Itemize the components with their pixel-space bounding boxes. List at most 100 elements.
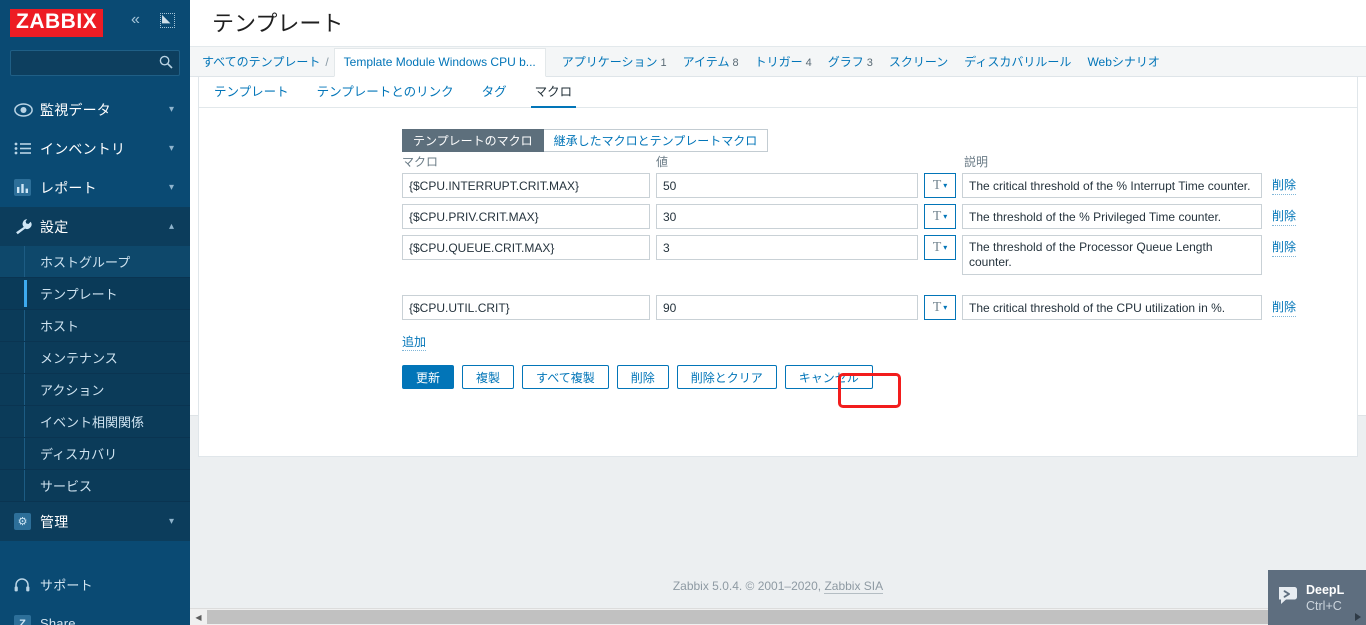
sidebar-item-administration[interactable]: ⚙ 管理 ▾ [0,502,190,541]
breadcrumb-tab-web-scenarios[interactable]: Webシナリオ [1087,53,1159,70]
chevron-down-icon: ▾ [168,515,174,527]
chevron-double-left-icon[interactable]: « [131,12,140,28]
chevron-down-icon: ▾ [943,302,948,312]
breadcrumb-all-templates[interactable]: すべてのテンプレート [202,53,320,70]
sidebar-item-discovery[interactable]: ディスカバリ [0,438,190,470]
macro-name-input[interactable] [402,295,650,320]
update-button[interactable]: 更新 [402,365,455,389]
sidebar-subitem-label: ホストグループ [40,255,131,270]
breadcrumb-tab-graphs[interactable]: グラフ 3 [828,53,873,70]
chevron-up-icon: ▴ [168,220,174,232]
headset-icon [14,575,40,595]
value-type-button[interactable]: T ▾ [924,173,956,198]
macro-table-header: マクロ 値 説明 [402,153,1307,173]
sidebar-item-templates[interactable]: テンプレート [0,278,190,310]
share-z-glyph: Z [14,615,31,625]
sidebar-item-support[interactable]: サポート [0,565,190,604]
delete-button[interactable]: 削除 [616,365,669,389]
macro-description-input[interactable]: The threshold of the Processor Queue Len… [962,235,1262,275]
breadcrumb-current-template[interactable]: Template Module Windows CPU b... [333,48,546,77]
sidebar-item-label: Share [40,616,76,625]
text-type-glyph: T [932,299,942,315]
breadcrumb: すべてのテンプレート / Template Module Windows CPU… [190,46,1366,77]
search-input[interactable] [11,51,159,75]
remove-row-link[interactable]: 削除 [1272,207,1297,226]
breadcrumb-tab-triggers[interactable]: トリガー 4 [755,53,812,70]
sidebar-subitem-label: ホスト [40,319,80,334]
breadcrumb-tab-label: グラフ [827,55,864,69]
sidebar-subitem-label: メンテナンス [40,351,118,366]
value-type-button[interactable]: T ▾ [924,235,956,260]
segment-inherited-and-template-macros[interactable]: 継承したマクロとテンプレートマクロ [543,129,769,152]
tab-template[interactable]: テンプレート [210,81,293,107]
cancel-button[interactable]: キャンセル [784,365,873,389]
sidebar: ZABBIX « ◣ 監視データ ▾ インベントリ ▾ レポート ▾ 設定 ▴ … [0,0,190,625]
macro-value-input[interactable] [656,204,918,229]
macro-name-input[interactable] [402,173,650,198]
macro-description-input[interactable] [962,295,1262,320]
macro-name-input[interactable] [402,204,650,229]
remove-row-link[interactable]: 削除 [1272,298,1297,317]
value-type-button[interactable]: T ▾ [924,204,956,229]
sidebar-subitem-label: サービス [40,479,93,494]
sidebar-item-services[interactable]: サービス [0,470,190,502]
remove-row-link[interactable]: 削除 [1272,176,1297,195]
breadcrumb-tab-discovery-rules[interactable]: ディスカバリルール [964,53,1071,70]
deepl-name: DeepL [1306,583,1345,597]
macro-value-input[interactable] [656,173,918,198]
breadcrumb-tab-label: アイテム [682,55,730,69]
indent-line [24,342,25,373]
zabbix-logo[interactable]: ZABBIX [10,9,104,37]
search-icon[interactable] [159,55,173,72]
cpu-util-crit-value-input[interactable] [656,295,918,320]
breadcrumb-tab-count: 8 [732,57,739,69]
collapse-arrow-glyph: ◣ [162,13,171,25]
sidebar-item-share[interactable]: Z Share [0,604,190,625]
scroll-left-arrow-icon[interactable]: ◀ [190,609,207,625]
segment-template-macros[interactable]: テンプレートのマクロ [402,129,544,152]
macro-value-input[interactable] [656,235,918,260]
form-tabs: テンプレート テンプレートとのリンク タグ マクロ [199,77,1357,108]
indent-line [24,470,25,501]
table-row: T ▾ 削除 [402,173,1307,198]
macro-scope-toggle: テンプレートのマクロ 継承したマクロとテンプレートマクロ [402,129,1357,152]
add-macro-link[interactable]: 追加 [402,333,427,351]
remove-row-link[interactable]: 削除 [1272,238,1297,257]
sidebar-subitem-label: テンプレート [40,287,118,302]
sidebar-item-host-groups[interactable]: ホストグループ [0,246,190,278]
table-row: T ▾ The threshold of the Processor Queue… [402,235,1307,275]
sidebar-item-event-correlation[interactable]: イベント相関関係 [0,406,190,438]
macro-name-input[interactable] [402,235,650,260]
macro-description-input[interactable] [962,204,1262,229]
full-clone-button[interactable]: すべて複製 [522,365,609,389]
collapse-arrow-icon[interactable]: ◣ [160,13,175,28]
scrollbar-thumb[interactable] [207,610,1352,624]
horizontal-scrollbar[interactable]: ◀ [190,608,1366,625]
column-header-macro: マクロ [402,155,439,169]
sidebar-item-maintenance[interactable]: メンテナンス [0,342,190,374]
sidebar-item-inventory[interactable]: インベントリ ▾ [0,129,190,168]
sidebar-item-configuration[interactable]: 設定 ▴ [0,207,190,246]
footer: Zabbix 5.0.4. © 2001–2020, Zabbix SIA [190,579,1366,594]
template-form-panel: テンプレート テンプレートとのリンク タグ マクロ テンプレートのマクロ 継承し… [198,77,1358,457]
sidebar-item-hosts[interactable]: ホスト [0,310,190,342]
triangle-right-icon[interactable] [1355,613,1361,621]
delete-and-clear-button[interactable]: 削除とクリア [676,365,777,389]
sidebar-item-actions[interactable]: アクション [0,374,190,406]
chevron-down-icon: ▾ [943,180,948,190]
breadcrumb-tab-items[interactable]: アイテム 8 [683,53,739,70]
value-type-button[interactable]: T ▾ [924,295,956,320]
breadcrumb-tab-applications[interactable]: アプリケーション 1 [562,53,667,70]
zabbix-sia-link[interactable]: Zabbix SIA [824,579,884,594]
tab-tags[interactable]: タグ [478,81,511,107]
sidebar-item-label: サポート [40,578,93,593]
deepl-widget[interactable]: DeepL Ctrl+C [1268,570,1366,625]
macro-description-input[interactable] [962,173,1262,198]
sidebar-item-monitoring[interactable]: 監視データ ▾ [0,90,190,129]
tab-macros[interactable]: マクロ [530,81,577,108]
clone-button[interactable]: 複製 [462,365,515,389]
tab-linked-templates[interactable]: テンプレートとのリンク [313,81,458,107]
sidebar-item-reports[interactable]: レポート ▾ [0,168,190,207]
search-box[interactable] [10,50,180,76]
breadcrumb-tab-screens[interactable]: スクリーン [889,53,948,70]
